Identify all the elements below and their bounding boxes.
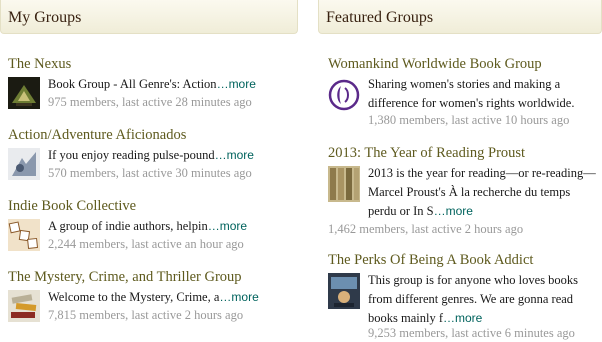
group-meta: 570 members, last active 30 minutes ago bbox=[48, 166, 252, 180]
my-groups-heading: My Groups bbox=[0, 0, 298, 34]
group-description: If you enjoy reading pulse-pound…more bbox=[48, 148, 254, 162]
group-description: A group of indie authors, helpin…more bbox=[48, 219, 248, 233]
book-group-thumbnail-icon[interactable] bbox=[8, 290, 40, 322]
more-link[interactable]: …more bbox=[215, 148, 254, 162]
more-link[interactable]: …more bbox=[443, 311, 482, 325]
group-description: This group is for anyone who loves books… bbox=[368, 273, 579, 325]
group-title-link[interactable]: Action/Adventure Aficionados bbox=[8, 126, 298, 144]
book-group-thumbnail-icon[interactable] bbox=[328, 273, 360, 309]
group-item: Womankind Worldwide Book Group Sharing w… bbox=[328, 55, 602, 135]
group-item: The Perks Of Being A Book Addict This gr… bbox=[328, 251, 602, 341]
group-title-link[interactable]: The Mystery, Crime, and Thriller Group bbox=[8, 268, 298, 286]
group-item: 2013: The Year of Reading Proust 2013 is… bbox=[328, 144, 602, 244]
my-groups-panel: My Groups The Nexus Book Group - All Gen… bbox=[0, 0, 298, 322]
group-title-link[interactable]: Womankind Worldwide Book Group bbox=[328, 55, 602, 73]
group-title-link[interactable]: The Nexus bbox=[8, 55, 298, 73]
book-group-thumbnail-icon[interactable] bbox=[8, 148, 40, 180]
more-link[interactable]: …more bbox=[219, 290, 258, 304]
group-description: 2013 is the year for reading—or re-readi… bbox=[368, 166, 596, 218]
book-spines-thumbnail-icon[interactable] bbox=[328, 166, 360, 202]
group-item: Action/Adventure Aficionados If you enjo… bbox=[8, 126, 298, 186]
book-group-thumbnail-icon[interactable] bbox=[8, 77, 40, 109]
womankind-logo-icon[interactable] bbox=[328, 79, 360, 111]
more-link[interactable]: …more bbox=[434, 204, 473, 218]
group-meta: 1,380 members, last active 10 hours ago bbox=[368, 113, 570, 127]
group-title-link[interactable]: 2013: The Year of Reading Proust bbox=[328, 144, 602, 162]
group-meta: 7,815 members, last active 2 hours ago bbox=[48, 308, 244, 322]
book-group-thumbnail-icon[interactable] bbox=[8, 219, 40, 251]
group-item: The Nexus Book Group - All Genre's: Acti… bbox=[8, 55, 298, 115]
group-meta: 2,244 members, last active an hour ago bbox=[48, 237, 244, 251]
group-description: Book Group - All Genre's: Action…more bbox=[48, 77, 256, 91]
group-meta: 975 members, last active 28 minutes ago bbox=[48, 95, 252, 109]
group-description: Sharing women's stories and making a dif… bbox=[368, 77, 575, 110]
featured-groups-heading: Featured Groups bbox=[318, 0, 602, 34]
group-meta: 1,462 members, last active 2 hours ago bbox=[328, 222, 524, 236]
group-title-link[interactable]: Indie Book Collective bbox=[8, 197, 298, 215]
more-link[interactable]: …more bbox=[217, 77, 256, 91]
group-title-link[interactable]: The Perks Of Being A Book Addict bbox=[328, 251, 602, 269]
featured-groups-panel: Featured Groups Womankind Worldwide Book… bbox=[318, 0, 602, 340]
more-link[interactable]: …more bbox=[208, 219, 247, 233]
group-item: The Mystery, Crime, and Thriller Group W… bbox=[8, 268, 298, 328]
group-item: Indie Book Collective A group of indie a… bbox=[8, 197, 298, 257]
group-meta: 9,253 members, last active 6 minutes ago bbox=[368, 326, 575, 340]
group-description: Welcome to the Mystery, Crime, a…more bbox=[48, 290, 259, 304]
